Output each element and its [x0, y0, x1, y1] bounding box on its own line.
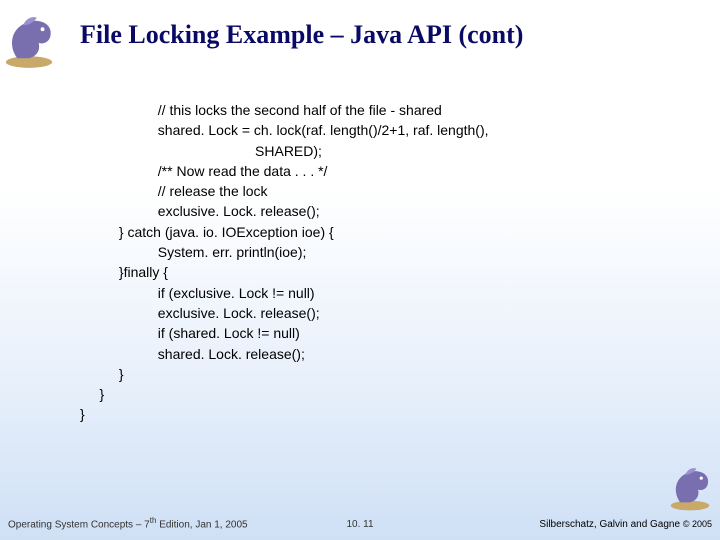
code-line: } catch (java. io. IOException ioe) { [80, 224, 334, 240]
code-line: }finally { [80, 264, 168, 280]
code-line: } [80, 406, 85, 422]
code-line: } [80, 366, 124, 382]
code-line: } [80, 386, 104, 402]
code-line: if (shared. Lock != null) [80, 325, 300, 341]
dinosaur-image-top-left [0, 0, 58, 70]
code-line: // this locks the second half of the fil… [80, 102, 442, 118]
footer: Operating System Concepts – 7th Edition,… [0, 508, 720, 530]
footer-right: Silberschatz, Galvin and Gagne © 2005 [539, 519, 712, 530]
code-line: // release the lock [80, 183, 268, 199]
code-line: exclusive. Lock. release(); [80, 203, 320, 219]
footer-authors: Silberschatz, Galvin and Gagne [539, 519, 682, 530]
code-line: shared. Lock. release(); [80, 346, 305, 362]
footer-copyright: © 2005 [683, 519, 712, 529]
dinosaur-image-bottom-right [664, 454, 716, 512]
code-line: exclusive. Lock. release(); [80, 305, 320, 321]
code-line: if (exclusive. Lock != null) [80, 285, 315, 301]
code-line: System. err. println(ioe); [80, 244, 306, 260]
code-line: shared. Lock = ch. lock(raf. length()/2+… [80, 122, 489, 138]
slide: File Locking Example – Java API (cont) /… [0, 0, 720, 540]
code-line: SHARED); [80, 143, 322, 159]
code-block: // this locks the second half of the fil… [80, 100, 680, 425]
code-line: /** Now read the data . . . */ [80, 163, 327, 179]
slide-title: File Locking Example – Java API (cont) [80, 20, 700, 50]
